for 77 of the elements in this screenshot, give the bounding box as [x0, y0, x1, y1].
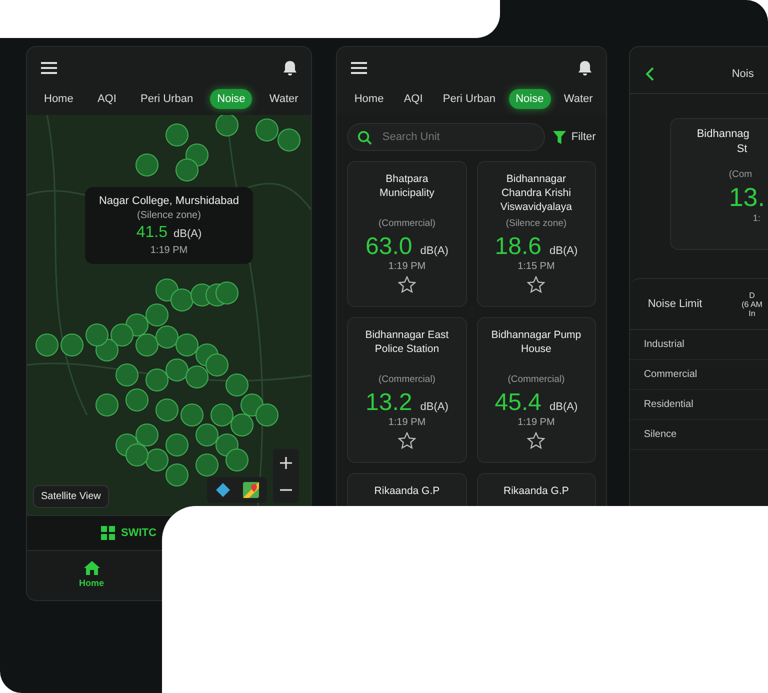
time-label: 1:15 PM — [518, 261, 555, 272]
minus-icon — [280, 488, 292, 490]
station-name: Bidhannagar Chandra Krishi Viswavidyalaya — [499, 172, 573, 214]
bell-icon[interactable] — [578, 60, 592, 76]
zone-label: (Com — [728, 169, 752, 180]
time-label: 1:19 PM — [518, 417, 555, 428]
bell-icon[interactable] — [283, 60, 298, 76]
star-icon[interactable] — [398, 432, 416, 449]
search-field[interactable]: Search Unit — [347, 123, 546, 151]
nav-tab[interactable]: Peri Urban — [133, 89, 200, 109]
column-header: D — [749, 290, 755, 300]
noise-reading: 45.4 — [494, 389, 542, 417]
time-label: 1:19 PM — [388, 417, 426, 428]
switch-label: SWITC — [121, 527, 156, 539]
noise-reading: 18.6 — [494, 233, 542, 261]
plus-icon — [280, 456, 292, 468]
station-name: Bidhannag — [696, 127, 750, 142]
zone-label: (Commercial) — [508, 374, 565, 385]
zone-label: (Silence zone) — [506, 218, 567, 229]
satellite-view-button[interactable]: Satellite View — [33, 485, 109, 508]
time-label: 1:19 PM — [388, 261, 426, 272]
house-icon — [84, 561, 100, 575]
nav-tab[interactable]: AQI — [90, 89, 124, 109]
column-header: Noise Limit — [648, 298, 702, 310]
star-icon[interactable] — [527, 432, 546, 449]
unit-label: dB(A) — [420, 401, 448, 413]
funnel-icon — [553, 130, 566, 144]
time-label: 1:19 PM — [150, 245, 188, 256]
nav-tab[interactable]: Noise — [210, 89, 252, 109]
station-card[interactable]: Bidhannagar Chandra Krishi Viswavidyalaya (Silence zone) 18.6 dB(A) 1:15 PM — [476, 161, 596, 307]
station-name: Bidhannagar East Police Station — [364, 328, 450, 357]
unit-label: dB(A) — [549, 245, 578, 257]
station-card[interactable]: Bidhannagar East Police Station (Commercial) 13.2 dB(A) 1:19 PM — [347, 317, 467, 463]
noise-reading: 13.2 — [366, 389, 412, 417]
table-cell: Silence — [644, 429, 677, 440]
noise-reading: 13. — [728, 182, 765, 213]
table-cell: Residential — [644, 399, 694, 410]
unit-label: dB(A) — [549, 401, 578, 413]
station-name: St — [736, 142, 748, 157]
nav-tab[interactable]: Water — [262, 89, 306, 109]
star-icon[interactable] — [398, 276, 416, 293]
menu-icon[interactable] — [41, 62, 57, 74]
menu-icon[interactable] — [351, 62, 368, 74]
screen-title: Nois — [732, 68, 754, 80]
filter-button[interactable]: Filter — [553, 130, 596, 144]
nav-tab[interactable]: Peri Urban — [436, 89, 502, 109]
nav-tab[interactable]: AQI — [396, 89, 430, 109]
star-icon[interactable] — [527, 276, 546, 293]
station-name: Rikaanda G.P — [504, 484, 569, 499]
column-header: In — [748, 308, 756, 318]
noise-reading: 41.5 — [136, 224, 168, 242]
table-cell: Industrial — [644, 339, 684, 350]
station-name: Bhatpara Municipality — [378, 172, 436, 201]
column-header: (6 AM — [742, 300, 762, 308]
nav-tab[interactable]: Home — [37, 89, 80, 109]
search-icon — [357, 130, 372, 145]
zone-label: (Commercial) — [378, 218, 436, 229]
noise-reading: 63.0 — [366, 233, 412, 261]
station-name: Rikaanda G.P — [374, 484, 440, 499]
zone-label: (Commercial) — [378, 374, 436, 385]
unit-label: dB(A) — [420, 245, 448, 257]
back-icon[interactable] — [646, 67, 654, 81]
unit-label: dB(A) — [174, 228, 202, 240]
nav-tab[interactable]: Home — [347, 89, 391, 109]
station-name: Bidhannagar Pump House — [490, 328, 582, 357]
zone-label: (Silence zone) — [137, 210, 201, 221]
nav-tab[interactable]: Noise — [508, 89, 551, 109]
table-cell: Commercial — [644, 369, 698, 380]
home-nav-item[interactable]: Home — [79, 561, 104, 588]
station-card[interactable]: Bhatpara Municipality (Commercial) 63.0 dB(A) 1:19 PM — [347, 161, 467, 307]
map-pin-icon[interactable] — [243, 482, 259, 498]
station-card[interactable]: Bidhannagar Pump House (Commercial) 45.4 dB(A) 1:19 PM — [476, 317, 596, 463]
time-label: 1: — [752, 213, 760, 223]
nav-tab[interactable]: Water — [556, 89, 600, 109]
station-name: Nagar College, Murshidabad — [98, 195, 240, 207]
grid-icon — [101, 526, 115, 540]
diamond-icon[interactable] — [215, 482, 231, 498]
